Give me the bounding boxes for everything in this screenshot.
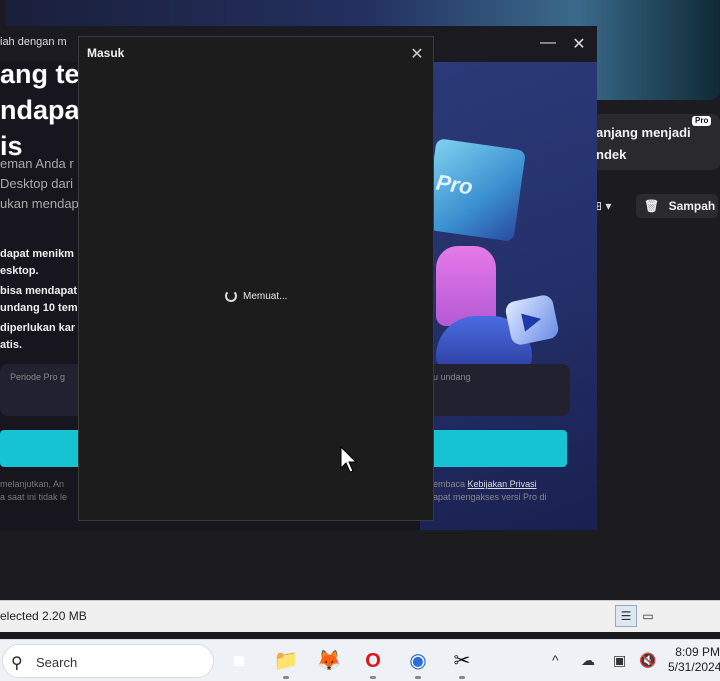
search-placeholder: Search <box>36 655 78 670</box>
privacy-policy-link[interactable]: Kebijakan Privasi <box>468 479 537 489</box>
trash-icon: 🗑 <box>644 199 660 213</box>
period-text: Periode Pro g <box>10 372 66 382</box>
taskbar-search[interactable]: ⚲ Search 🏝 <box>2 644 214 678</box>
thumbnail-view-button[interactable]: ▭ <box>637 605 659 627</box>
pro-footnote: melanjutkan, An a saat ini tidak le <box>0 479 68 502</box>
pro-card-label: Pro <box>434 169 475 200</box>
opera-icon[interactable]: O <box>358 646 388 679</box>
benefit-item: diperlukan kar atis. <box>0 322 76 351</box>
file-explorer-icon[interactable]: 📁 <box>271 646 301 679</box>
explorer-statusbar: elected 2.20 MB ☰ ▭ <box>0 600 720 632</box>
trash-button[interactable]: 🗑 Sampah <box>636 194 718 218</box>
heading-line: ang te <box>0 59 80 89</box>
pro-heading: ang te ndapat is <box>0 56 89 164</box>
subtitle-line: eman Anda r <box>0 156 74 171</box>
benefit-item: dapat menikm esktop. <box>0 248 74 277</box>
beach-deco-icon: 🏝 <box>167 651 190 671</box>
selection-status: elected 2.20 MB <box>0 609 87 623</box>
pro-topline: iah dengan m <box>0 36 67 48</box>
background-card-text: anjang menjadi ndek <box>596 125 691 162</box>
subtitle-line: ukan mendap <box>0 196 79 211</box>
details-view-button[interactable]: ☰ <box>615 605 637 627</box>
chrome-icon[interactable]: ◉ <box>403 646 433 679</box>
period-text-right: u undang <box>433 372 471 382</box>
minimize-button[interactable]: — <box>538 34 558 52</box>
search-icon: ⚲ <box>11 655 23 672</box>
mouse-cursor-icon <box>340 446 358 473</box>
hand-graphic <box>436 246 496 326</box>
capcut-icon[interactable]: ✂ <box>447 646 477 679</box>
firefox-icon[interactable]: 🦊 <box>314 646 344 676</box>
dialog-title: Masuk <box>87 46 125 60</box>
login-dialog: Masuk ✕ Memuat... <box>78 36 434 521</box>
task-view-icon[interactable]: ■ <box>224 646 254 676</box>
subtitle-line: Desktop dari <box>0 176 73 191</box>
pro-footnote-right: embaca Kebijakan Privasi apat mengakses … <box>433 479 547 502</box>
volume-mute-icon[interactable]: 🔇 <box>639 652 656 669</box>
loading-text: Memuat... <box>243 290 288 302</box>
benefit-item: bisa mendapat undang 10 tem <box>0 285 78 314</box>
clock-time: 8:09 PM <box>675 645 720 659</box>
loading-indicator: Memuat... <box>225 290 287 302</box>
heading-line: ndapat <box>0 95 89 125</box>
pro-benefits: dapat menikm esktop. bisa mendapat undang … <box>0 246 78 357</box>
pro-subtitle: eman Anda r Desktop dari ukan mendap <box>0 154 79 214</box>
taskbar: ⚲ Search 🏝 ■ 📁 🦊 O ◉ ✂ ^ ☁ ▣ 🔇 8:09 PM 5… <box>0 639 720 681</box>
window-close-button[interactable]: ✕ <box>569 34 589 54</box>
network-icon[interactable]: ▣ <box>613 652 626 669</box>
tray-chevron-icon[interactable]: ^ <box>552 652 559 668</box>
pro-tag: Pro <box>692 116 712 126</box>
taskbar-clock[interactable]: 8:09 PM 5/31/2024 <box>668 645 720 675</box>
spinner-icon <box>225 290 237 302</box>
clock-date: 5/31/2024 <box>668 660 720 674</box>
trash-label: Sampah <box>668 199 716 213</box>
view-toggle-button[interactable]: ⊞ ▾ <box>592 194 628 218</box>
dialog-close-button[interactable]: ✕ <box>408 44 426 64</box>
onedrive-icon[interactable]: ☁ <box>581 652 595 669</box>
